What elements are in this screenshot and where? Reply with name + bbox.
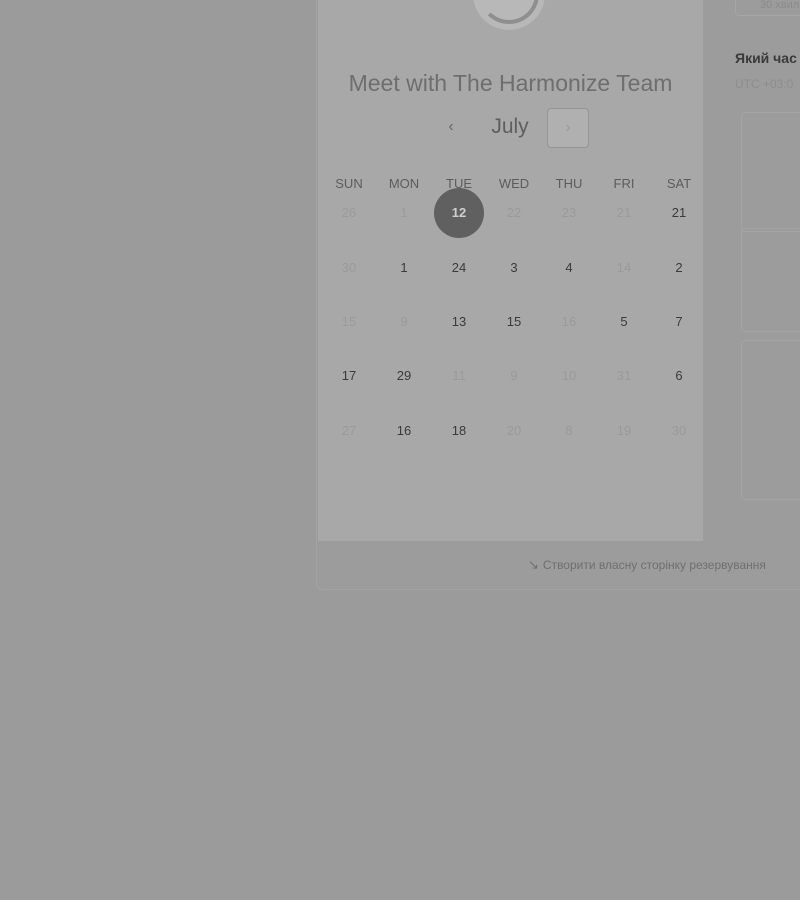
calendar-day[interactable]: 21 — [654, 188, 704, 238]
month-navigation: ‹ July › — [318, 108, 703, 152]
calendar-day: 14 — [616, 260, 632, 275]
cursor-sparkle-icon: ↘ — [528, 557, 539, 572]
calendar-day-selected[interactable]: 12 — [434, 188, 484, 238]
calendar-day: 9 — [400, 314, 408, 329]
calendar-day[interactable]: 16 — [379, 406, 429, 456]
chat-bubble-dots-icon: ••• — [473, 0, 545, 30]
calendar-day: 23 — [561, 205, 577, 220]
calendar-day[interactable]: 17 — [324, 351, 374, 401]
calendar-grid: 26 1 12 22 23 21 21 30 1 24 3 4 14 2 15 9 13 15 16 5 7 17 29 11… — [322, 188, 707, 488]
logo-ring — [479, 0, 539, 24]
create-booking-page-label: Створити власну сторінку резервування — [542, 558, 766, 572]
calendar-day: 8 — [565, 423, 573, 438]
calendar-day: 22 — [506, 205, 522, 220]
calendar-day[interactable]: 4 — [544, 243, 594, 293]
time-slot-list[interactable] — [741, 228, 800, 332]
time-slot-list[interactable] — [741, 340, 800, 500]
calendar-day: 9 — [510, 368, 518, 383]
chevron-right-icon[interactable]: › — [547, 108, 589, 148]
calendar-day[interactable]: 3 — [489, 243, 539, 293]
calendar-day[interactable]: 18 — [434, 406, 484, 456]
time-question-heading: Який час — [735, 50, 797, 66]
create-booking-page-link[interactable]: ↘ Створити власну сторінку резервування — [528, 557, 766, 573]
calendar-day: 15 — [341, 314, 357, 329]
calendar-day: 31 — [616, 368, 632, 383]
calendar-day[interactable]: 6 — [654, 351, 704, 401]
calendar-day[interactable]: 24 — [434, 243, 484, 293]
calendar-day[interactable]: 5 — [599, 297, 649, 347]
page-overlay: 30 хвил Який час UTC +03:0 ↘ Створити вла… — [0, 0, 800, 900]
calendar-day: 27 — [341, 423, 357, 438]
calendar-day: 1 — [400, 205, 408, 220]
calendar-day: 11 — [452, 368, 466, 383]
calendar-day: 10 — [561, 368, 577, 383]
calendar-day[interactable]: 13 — [434, 297, 484, 347]
calendar-day: 30 — [341, 260, 357, 275]
calendar-day: 21 — [616, 205, 632, 220]
calendar-card: ••• Meet with The Harmonize Team ‹ July … — [318, 0, 703, 541]
timezone-label[interactable]: UTC +03:0 — [735, 77, 793, 91]
calendar-day: 26 — [341, 205, 357, 220]
calendar-day[interactable]: 15 — [489, 297, 539, 347]
calendar-day[interactable]: 7 — [654, 297, 704, 347]
calendar-day[interactable]: 29 — [379, 351, 429, 401]
time-slot-list[interactable] — [741, 112, 800, 232]
calendar-day[interactable]: 2 — [654, 243, 704, 293]
calendar-day: 19 — [616, 423, 632, 438]
chevron-left-icon[interactable]: ‹ — [438, 114, 464, 140]
calendar-day: 30 — [671, 423, 687, 438]
month-label: July — [491, 115, 529, 138]
calendar-day: 20 — [506, 423, 522, 438]
page-title: Meet with The Harmonize Team — [348, 70, 673, 96]
duration-select[interactable]: 30 хвил — [735, 0, 800, 16]
calendar-day: 16 — [561, 314, 577, 329]
calendar-day[interactable]: 1 — [379, 243, 429, 293]
